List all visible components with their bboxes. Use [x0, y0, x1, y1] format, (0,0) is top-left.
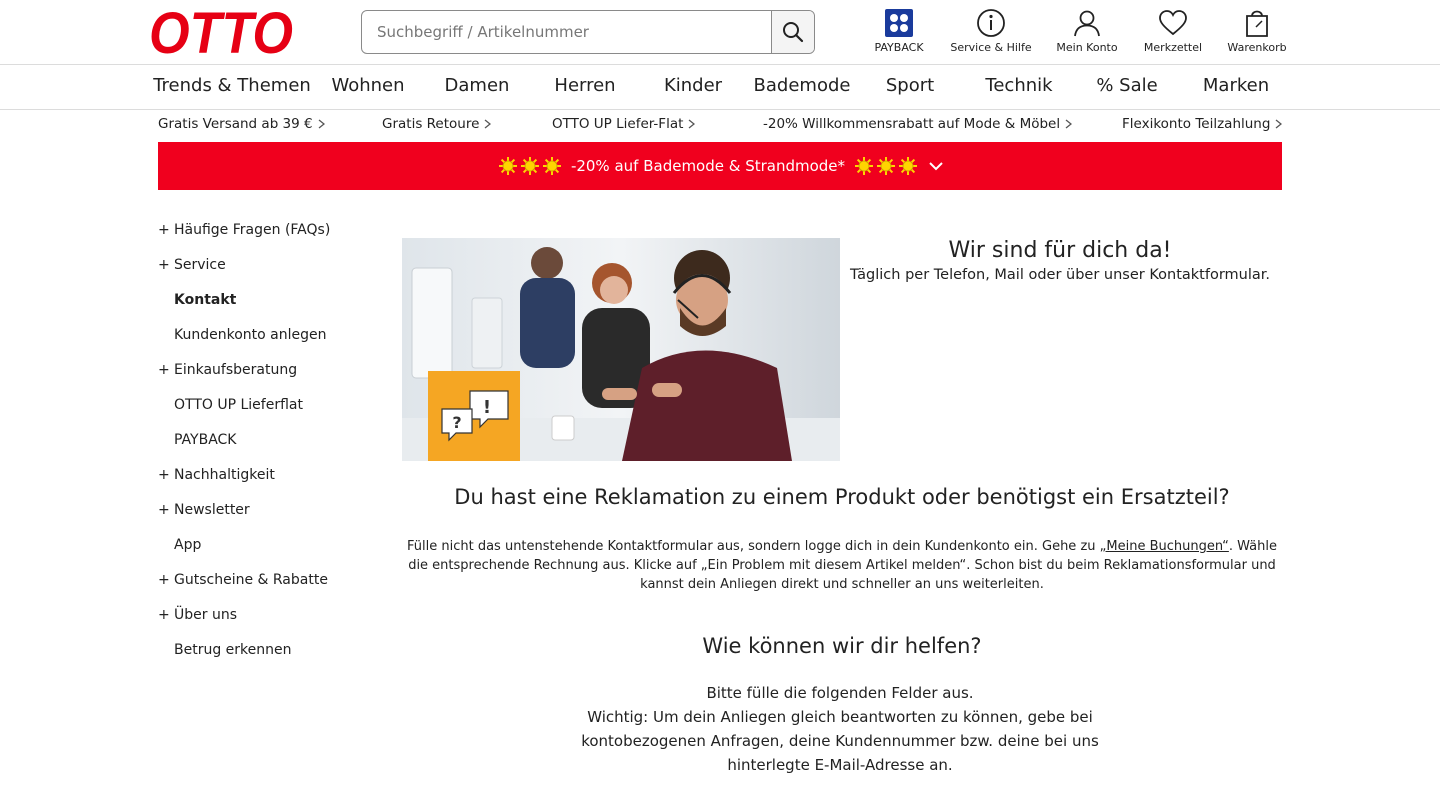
nav-marken[interactable]: Marken	[1203, 75, 1269, 96]
hero-title: Wir sind für dich da!	[948, 238, 1172, 263]
sidebar-item-label: Kundenkonto anlegen	[174, 327, 327, 343]
promo-banner[interactable]: -20% auf Bademode & Strandmode*	[158, 142, 1282, 190]
sidebar-item-label: Kontakt	[174, 292, 237, 308]
expand-plus-icon: +	[158, 467, 170, 483]
user-icon	[1074, 10, 1100, 37]
account-link[interactable]: Mein Konto	[1042, 6, 1132, 54]
nav-bademode[interactable]: Bademode	[754, 75, 851, 96]
cart-label: Warenkorb	[1227, 41, 1287, 54]
svg-text:?: ?	[452, 413, 461, 432]
chevron-right-icon	[318, 119, 325, 129]
customer-service-image: ! ?	[402, 238, 840, 461]
expand-plus-icon: +	[158, 572, 170, 588]
sidebar-item-label: Betrug erkennen	[174, 642, 292, 658]
usp-otto-up[interactable]: OTTO UP Liefer-Flat	[552, 116, 696, 132]
customer-service-photo: ! ?	[402, 238, 840, 461]
nav-damen[interactable]: Damen	[445, 75, 510, 96]
chevron-right-icon	[688, 119, 696, 129]
payback-label: PAYBACK	[874, 41, 924, 54]
complaint-text: Fülle nicht das untenstehende Kontaktfor…	[402, 537, 1282, 594]
cart-link[interactable]: Warenkorb	[1212, 6, 1302, 54]
usp-welcome-discount[interactable]: -20% Willkommensrabatt auf Mode & Möbel	[763, 116, 1073, 132]
usp-bar: Gratis Versand ab 39 € Gratis Retoure OT…	[0, 116, 1440, 136]
help-intro: Bitte fülle die folgenden Felder aus. Wi…	[402, 681, 1278, 777]
sidebar-item-label: App	[174, 537, 202, 553]
complaint-text-part-1: Fülle nicht das untenstehende Kontaktfor…	[407, 539, 1100, 554]
sidebar-item-label: Service	[174, 257, 226, 273]
usp-welcome-discount-label: -20% Willkommensrabatt auf Mode & Möbel	[763, 116, 1061, 132]
sun-icon	[899, 157, 918, 175]
svg-text:!: !	[483, 397, 491, 418]
expand-plus-icon: +	[158, 362, 170, 378]
sidebar-item-label: Gutscheine & Rabatte	[174, 572, 328, 588]
sun-icon	[877, 157, 896, 175]
payback-link[interactable]: PAYBACK	[854, 6, 944, 54]
hero-subtitle: Täglich per Telefon, Mail oder über unse…	[849, 267, 1271, 283]
logo-text: OTTO	[149, 7, 293, 57]
promo-banner-text: -20% auf Bademode & Strandmode*	[570, 157, 846, 175]
usp-free-shipping[interactable]: Gratis Versand ab 39 €	[158, 116, 325, 132]
meine-buchungen-link[interactable]: „Meine Buchungen“	[1100, 539, 1229, 554]
nav-sale[interactable]: % Sale	[1096, 75, 1157, 96]
nav-technik[interactable]: Technik	[985, 75, 1052, 96]
shopping-bag-icon	[1246, 10, 1268, 37]
sidebar-item-label: Häufige Fragen (FAQs)	[174, 222, 331, 238]
service-label: Service & Hilfe	[950, 41, 1032, 54]
search-bar	[361, 10, 815, 54]
wishlist-label: Merkzettel	[1143, 41, 1203, 54]
account-label: Mein Konto	[1056, 41, 1118, 54]
sidebar-item-label: PAYBACK	[174, 432, 237, 448]
sidebar-item-label: OTTO UP Lieferflat	[174, 397, 303, 413]
info-icon	[977, 9, 1005, 37]
expand-plus-icon: +	[158, 222, 170, 238]
payback-icon	[885, 9, 913, 37]
usp-free-returns[interactable]: Gratis Retoure	[382, 116, 492, 132]
usp-free-shipping-label: Gratis Versand ab 39 €	[158, 116, 313, 132]
nav-sport[interactable]: Sport	[886, 75, 934, 96]
expand-plus-icon: +	[158, 607, 170, 623]
expand-plus-icon: +	[158, 257, 170, 273]
service-link[interactable]: Service & Hilfe	[946, 6, 1036, 54]
usp-flexikonto[interactable]: Flexikonto Teilzahlung	[1122, 116, 1283, 132]
sun-icon	[542, 157, 561, 175]
chevron-right-icon	[1276, 119, 1283, 129]
sidebar-item-label: Newsletter	[174, 502, 250, 518]
help-heading: Wie können wir dir helfen?	[702, 634, 982, 658]
search-input[interactable]	[362, 11, 772, 53]
search-button[interactable]	[771, 11, 814, 53]
search-icon	[783, 22, 804, 43]
sun-icon	[520, 157, 539, 175]
main-navigation: Trends & Themen Wohnen Damen Herren Kind…	[0, 65, 1440, 110]
wishlist-link[interactable]: Merkzettel	[1128, 6, 1218, 54]
otto-logo-image: OTTO	[149, 7, 293, 57]
heart-icon	[1159, 10, 1187, 36]
help-line-2: Wichtig: Um dein Anliegen gleich beantwo…	[581, 708, 1099, 774]
expand-plus-icon: +	[158, 502, 170, 518]
nav-wohnen[interactable]: Wohnen	[331, 75, 404, 96]
sun-icon	[855, 157, 874, 175]
complaint-heading: Du hast eine Reklamation zu einem Produk…	[454, 485, 1230, 509]
usp-free-returns-label: Gratis Retoure	[382, 116, 480, 132]
chevron-right-icon	[1065, 119, 1073, 129]
nav-kinder[interactable]: Kinder	[664, 75, 722, 96]
usp-flexikonto-label: Flexikonto Teilzahlung	[1122, 116, 1271, 132]
help-line-1: Bitte fülle die folgenden Felder aus.	[706, 684, 974, 702]
sidebar-item-label: Nachhaltigkeit	[174, 467, 275, 483]
chevron-right-icon	[485, 119, 492, 129]
nav-herren[interactable]: Herren	[554, 75, 615, 96]
sidebar-item-label: Über uns	[174, 607, 237, 623]
header: OTTO PAYBACK	[0, 0, 1440, 65]
chevron-down-icon	[929, 162, 943, 171]
otto-logo[interactable]: OTTO	[149, 7, 295, 57]
sun-icon	[498, 157, 517, 175]
usp-otto-up-label: OTTO UP Liefer-Flat	[552, 116, 684, 132]
sidebar-item-label: Einkaufsberatung	[174, 362, 298, 378]
nav-trends[interactable]: Trends & Themen	[153, 75, 311, 96]
